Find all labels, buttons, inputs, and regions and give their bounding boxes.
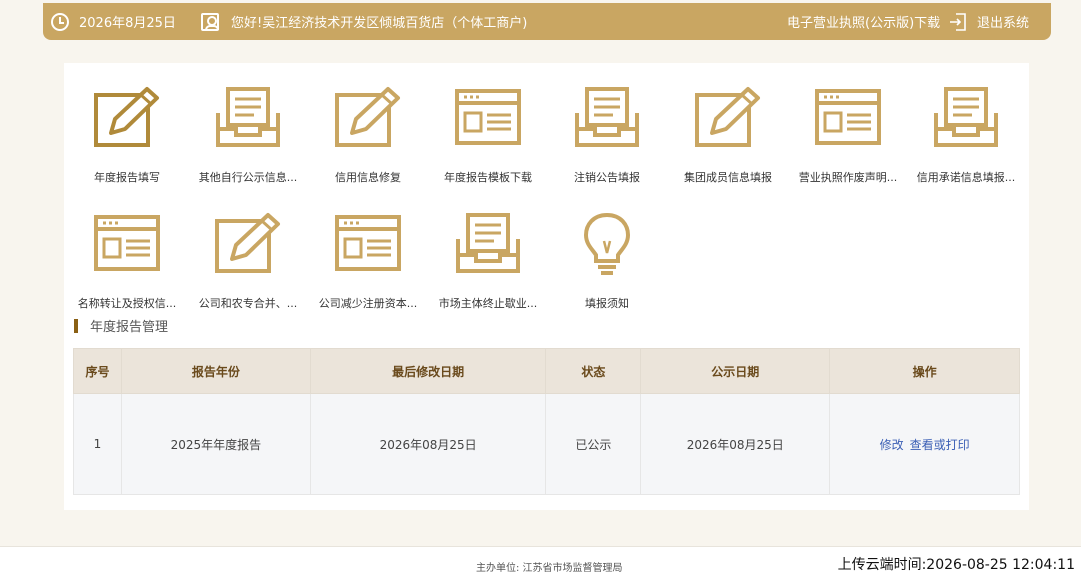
tile-capital-reduction[interactable]: 公司减少注册资本... xyxy=(308,211,428,321)
tile-cancellation-notice[interactable]: 注销公告填报 xyxy=(547,85,667,195)
table-header-row: 序号 报告年份 最后修改日期 状态 公示日期 操作 xyxy=(73,348,1020,394)
tile-label: 其他自行公示信息... xyxy=(198,171,298,184)
view-print-link[interactable]: 查看或打印 xyxy=(910,438,970,452)
tile-label: 市场主体终止歇业... xyxy=(438,297,538,310)
tile-filing-instructions[interactable]: 填报须知 xyxy=(547,211,667,321)
annual-report-table: 序号 报告年份 最后修改日期 状态 公示日期 操作 1 2025年年度报告 20… xyxy=(73,348,1020,495)
user-greeting: 您好!吴江经济技术开发区倾城百货店（个体工商户) xyxy=(201,3,527,40)
inbox-icon xyxy=(456,213,520,273)
tile-label: 信用承诺信息填报... xyxy=(916,171,1016,184)
form-icon xyxy=(815,89,881,145)
cell-modified: 2026年08月25日 xyxy=(309,393,547,495)
sponsor-text: 主办单位: 江苏省市场监督管理局 xyxy=(476,563,623,574)
edit-link[interactable]: 修改 xyxy=(880,438,904,452)
tile-name-transfer[interactable]: 名称转让及授权信... xyxy=(67,211,187,321)
section-title-text: 年度报告管理 xyxy=(90,320,169,335)
tile-label: 名称转让及授权信... xyxy=(77,297,177,310)
cell-status: 已公示 xyxy=(545,393,642,495)
form-icon xyxy=(455,89,521,145)
tile-label: 营业执照作废声明... xyxy=(798,171,898,184)
tile-label: 年度报告填写 xyxy=(94,171,160,184)
column-header: 操作 xyxy=(829,348,1020,394)
tile-license-void-statement[interactable]: 营业执照作废声明... xyxy=(788,85,908,195)
cell-publish-date: 2026年08月25日 xyxy=(640,393,831,495)
tile-other-disclosure[interactable]: 其他自行公示信息... xyxy=(188,85,308,195)
tile-label: 注销公告填报 xyxy=(574,171,640,184)
section-title: 年度报告管理 xyxy=(74,316,168,335)
tile-template-download[interactable]: 年度报告模板下载 xyxy=(428,85,548,195)
tile-merger[interactable]: 公司和农专合并、... xyxy=(188,211,308,321)
cell-year: 2025年年度报告 xyxy=(120,393,311,495)
sync-time: 上传云端时间:2026-08-25 12:04:11 xyxy=(837,557,1075,573)
section-marker xyxy=(74,318,78,333)
edit-icon xyxy=(695,87,760,147)
inbox-icon xyxy=(216,87,280,147)
tile-label: 填报须知 xyxy=(585,297,629,310)
inbox-icon xyxy=(934,87,998,147)
tile-annual-report-fill[interactable]: 年度报告填写 xyxy=(67,85,187,195)
column-header: 序号 xyxy=(73,348,122,394)
date-display: 2026年8月25日 xyxy=(51,3,176,40)
form-icon xyxy=(335,215,401,271)
cell-actions: 修改 查看或打印 xyxy=(829,393,1020,495)
tile-label: 年度报告模板下载 xyxy=(444,171,532,184)
tile-group-member-info[interactable]: 集团成员信息填报 xyxy=(668,85,788,195)
tile-credit-commitment[interactable]: 信用承诺信息填报... xyxy=(906,85,1026,195)
column-header: 状态 xyxy=(545,348,642,394)
table-row: 1 2025年年度报告 2026年08月25日 已公示 2026年08月25日 … xyxy=(73,393,1020,495)
tile-label: 公司和农专合并、... xyxy=(198,297,298,310)
tile-label: 集团成员信息填报 xyxy=(684,171,772,184)
user-icon xyxy=(201,12,219,31)
edit-icon xyxy=(215,213,280,273)
greeting-text: 您好!吴江经济技术开发区倾城百货店（个体工商户) xyxy=(231,16,528,31)
tile-label: 信用信息修复 xyxy=(335,171,401,184)
clock-icon xyxy=(51,12,69,31)
logout-button[interactable]: 退出系统 xyxy=(949,3,1029,40)
lightbulb-icon xyxy=(583,212,631,275)
inbox-icon xyxy=(575,87,639,147)
license-download-link[interactable]: 电子营业执照(公示版)下载 xyxy=(787,3,940,40)
tile-credit-repair[interactable]: 信用信息修复 xyxy=(308,85,428,195)
column-header: 最后修改日期 xyxy=(309,348,547,394)
form-icon xyxy=(94,215,160,271)
edit-icon xyxy=(94,87,159,147)
column-header: 公示日期 xyxy=(640,348,831,394)
logout-label: 退出系统 xyxy=(977,16,1030,31)
edit-icon xyxy=(335,87,400,147)
top-bar: 2026年8月25日 您好!吴江经济技术开发区倾城百货店（个体工商户) 电子营业… xyxy=(43,3,1051,40)
column-header: 报告年份 xyxy=(120,348,311,394)
date-text: 2026年8月25日 xyxy=(79,16,176,31)
logout-icon xyxy=(950,12,966,31)
tile-label: 公司减少注册资本... xyxy=(318,297,418,310)
tile-business-suspension[interactable]: 市场主体终止歇业... xyxy=(428,211,548,321)
footer: 主办单位: 江苏省市场监督管理局 上传云端时间:2026-08-25 12:04… xyxy=(0,546,1081,577)
cell-index: 1 xyxy=(73,393,122,495)
